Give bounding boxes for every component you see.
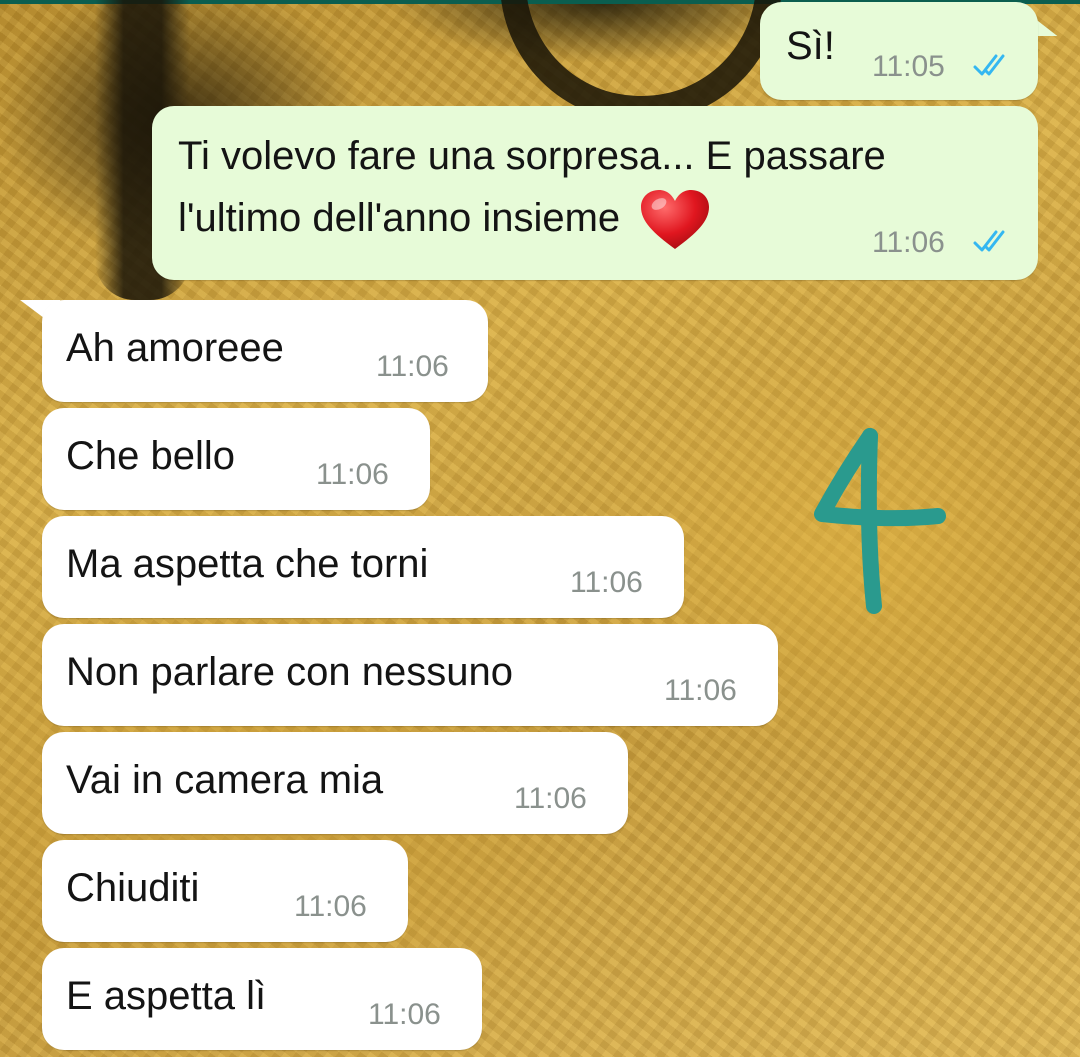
message-text: Ah amoreee bbox=[66, 326, 284, 370]
message-time: 11:05 bbox=[872, 50, 945, 83]
handwritten-number-annotation bbox=[814, 428, 946, 614]
red-heart-emoji-icon bbox=[641, 190, 710, 250]
outgoing-message[interactable]: Sì! 11:05 bbox=[760, 2, 1038, 100]
message-time: 11:06 bbox=[570, 566, 643, 599]
message-text: E aspetta lì bbox=[66, 974, 267, 1018]
message-time: 11:06 bbox=[664, 674, 737, 707]
message-time: 11:06 bbox=[316, 458, 389, 491]
incoming-message[interactable]: Non parlare con nessuno 11:06 bbox=[42, 624, 778, 726]
message-time: 11:06 bbox=[872, 226, 945, 259]
incoming-message[interactable]: Ma aspetta che torni 11:06 bbox=[42, 516, 684, 618]
message-text: Chiuditi bbox=[66, 866, 200, 910]
message-text: Ma aspetta che torni bbox=[66, 542, 429, 586]
wallpaper-shadow-arc bbox=[500, 0, 782, 122]
read-receipt-icon bbox=[973, 230, 1005, 252]
incoming-message[interactable]: Ah amoreee 11:06 bbox=[42, 300, 488, 402]
incoming-message[interactable]: Vai in camera mia 11:06 bbox=[42, 732, 628, 834]
message-text: Sì! bbox=[786, 24, 835, 68]
message-time: 11:06 bbox=[514, 782, 587, 815]
message-text: Vai in camera mia bbox=[66, 758, 384, 802]
message-time: 11:06 bbox=[368, 998, 441, 1031]
message-text: Non parlare con nessuno bbox=[66, 650, 513, 694]
message-text-line-2: l'ultimo dell'anno insieme bbox=[178, 188, 711, 251]
message-text-line-1: Ti volevo fare una sorpresa... E passare bbox=[178, 134, 886, 178]
message-time: 11:06 bbox=[294, 890, 367, 923]
incoming-message[interactable]: Chiuditi 11:06 bbox=[42, 840, 408, 942]
message-text: Che bello bbox=[66, 434, 236, 478]
message-time: 11:06 bbox=[376, 350, 449, 383]
outgoing-message[interactable]: Ti volevo fare una sorpresa... E passare… bbox=[152, 106, 1038, 280]
incoming-message[interactable]: E aspetta lì 11:06 bbox=[42, 948, 482, 1050]
read-receipt-icon bbox=[973, 54, 1005, 76]
incoming-message[interactable]: Che bello 11:06 bbox=[42, 408, 430, 510]
